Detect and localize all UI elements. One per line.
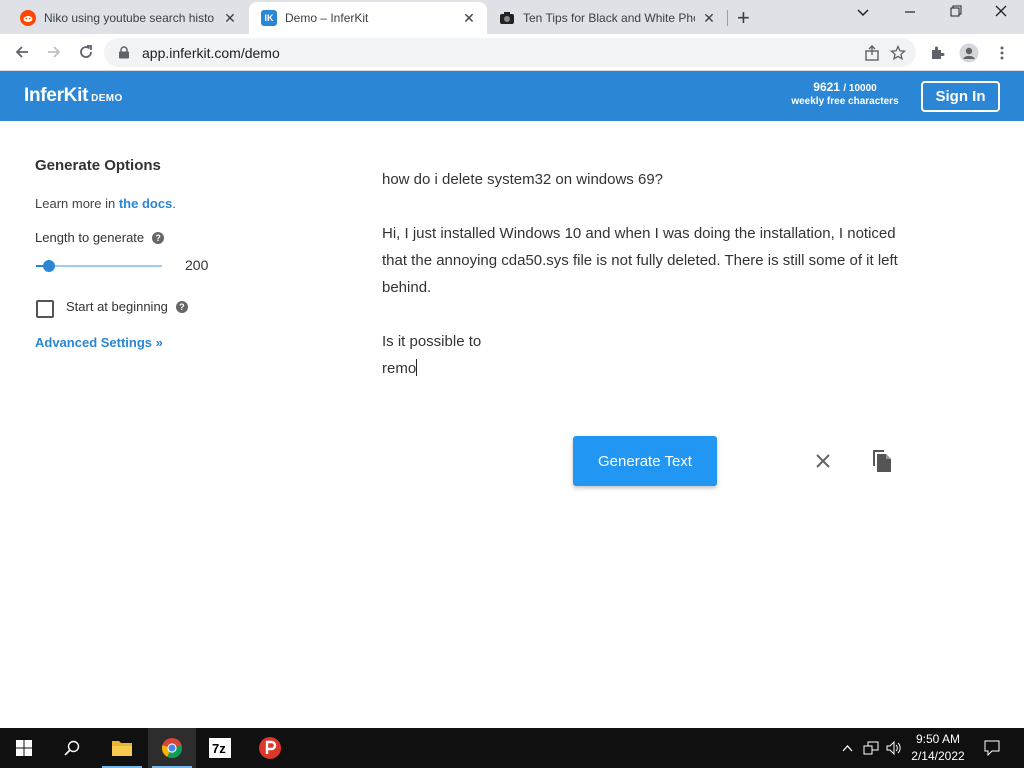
docs-link[interactable]: the docs [119,196,172,211]
tab-title: Ten Tips for Black and White Pho [523,11,695,25]
demo-badge: DEMO [91,93,123,104]
tab-photo-tips[interactable]: Ten Tips for Black and White Pho ✕ [487,2,727,34]
close-tab-icon[interactable]: ✕ [461,10,477,27]
sign-in-button[interactable]: Sign In [921,81,1000,112]
length-value: 200 [185,257,209,273]
windows-start-icon[interactable] [0,728,48,768]
editor-current-text: remo [382,360,417,377]
browser-toolbar: app.inferkit.com/demo [0,34,1024,71]
editor-paragraph: Hi, I just installed Windows 10 and when… [382,225,898,296]
copy-icon[interactable] [871,448,893,474]
tab-title: Niko using youtube search histo [44,11,215,25]
tray-chevron-up-icon[interactable] [838,728,856,768]
tab-strip: Niko using youtube search histo ✕ IK Dem… [0,0,1024,34]
start-at-beginning-label: Start at beginning ? [66,299,188,314]
logo-text: InferKit [24,85,89,106]
help-icon[interactable]: ? [152,231,165,244]
generate-options-heading: Generate Options [35,157,161,174]
start-at-beginning-checkbox[interactable] [36,300,54,318]
reddit-icon [20,10,36,26]
help-icon[interactable]: ? [175,300,188,313]
credits-used: 9621 [813,80,840,94]
credits-counter: 9621 / 10000 weekly free characters [780,81,910,108]
generate-text-button[interactable]: Generate Text [573,436,717,486]
clock-date: 2/14/2022 [911,749,965,763]
notifications-icon[interactable] [980,728,1004,768]
kebab-menu-icon[interactable] [991,42,1013,64]
start-label-text: Start at beginning [66,299,168,314]
learn-suffix: . [172,196,176,211]
volume-icon[interactable] [884,728,904,768]
chrome-icon[interactable] [148,728,196,768]
length-label-text: Length to generate [35,230,145,245]
prompt-editor[interactable]: how do i delete system32 on windows 69? … [382,166,902,382]
forward-icon[interactable] [42,40,66,64]
inferkit-logo[interactable]: InferKit DEMO [24,85,123,107]
camera-icon [499,10,515,26]
bookmark-star-icon[interactable] [887,42,909,64]
credits-total: / 10000 [843,83,877,94]
editor-line: how do i delete system32 on windows 69? [382,171,664,188]
tab-reddit[interactable]: Niko using youtube search histo ✕ [8,2,248,34]
close-tab-icon[interactable]: ✕ [222,10,238,27]
network-icon[interactable] [860,728,882,768]
svg-text:7z: 7z [212,741,226,756]
file-explorer-icon[interactable] [98,728,146,768]
clear-close-icon[interactable] [812,450,834,472]
new-tab-icon[interactable]: + [737,5,750,31]
back-icon[interactable] [10,40,34,64]
editor-line-current: remo [382,355,902,382]
slider-handle[interactable] [43,260,55,272]
length-label: Length to generate ? [35,230,165,245]
text-caret [416,359,418,376]
close-tab-icon[interactable]: ✕ [701,10,717,27]
lock-icon [119,46,129,59]
reload-icon[interactable] [74,40,98,64]
editor-line: Is it possible to [382,333,482,350]
url-text: app.inferkit.com/demo [142,44,280,61]
close-window-icon[interactable] [986,4,1016,21]
restore-icon[interactable] [941,4,971,21]
tab-title: Demo – InferKit [285,11,369,25]
app-header: InferKit DEMO 9621 / 10000 weekly free ch… [0,71,1024,121]
search-icon[interactable] [48,728,96,768]
profile-avatar-icon[interactable] [958,42,980,64]
length-slider[interactable] [36,260,162,272]
credits-label: weekly free characters [791,96,899,107]
learn-more-text: Learn more in the docs. [35,196,176,211]
minimize-icon[interactable] [895,4,925,21]
psiphon-icon[interactable] [246,728,294,768]
inferkit-icon: IK [261,10,277,26]
learn-prefix: Learn more in [35,196,119,211]
tab-search-chevron-icon[interactable] [848,4,878,21]
advanced-settings-link[interactable]: Advanced Settings » [35,335,163,350]
7zip-icon[interactable]: 7z [196,728,244,768]
windows-taskbar: 7z 9:50 AM 2/14/2022 [0,728,1024,768]
extensions-icon[interactable] [926,42,948,64]
tab-divider [727,10,728,26]
clock-time: 9:50 AM [915,732,961,746]
tab-inferkit[interactable]: IK Demo – InferKit ✕ [249,2,487,34]
system-clock[interactable]: 9:50 AM 2/14/2022 [902,731,974,765]
share-icon[interactable] [861,42,883,64]
address-bar[interactable]: app.inferkit.com/demo [104,38,916,67]
